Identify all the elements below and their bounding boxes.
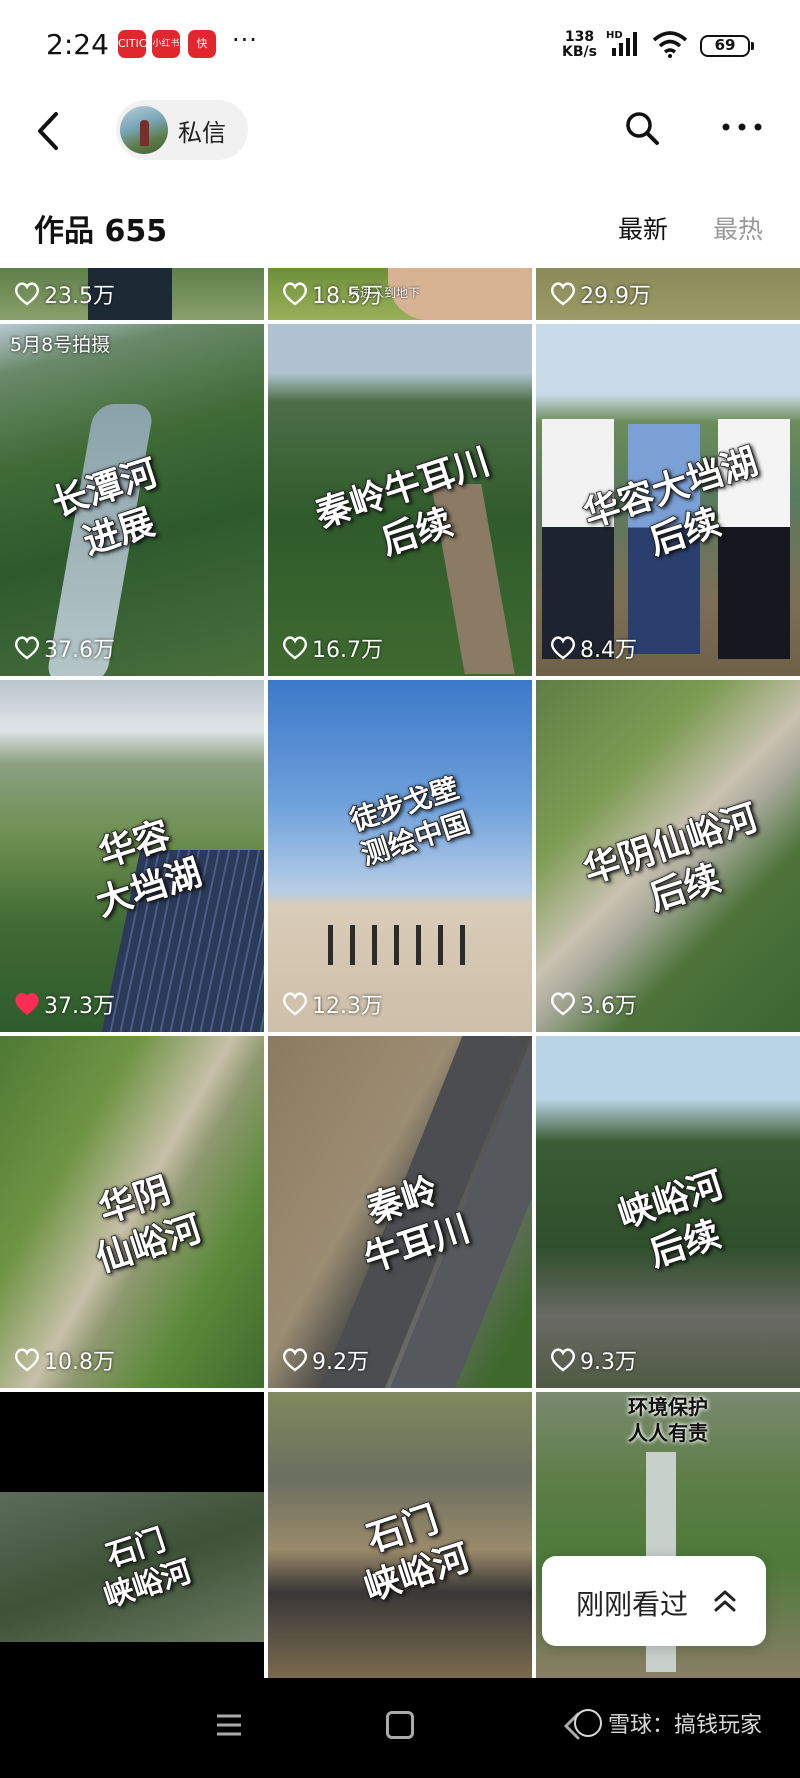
- video-thumbnail[interactable]: 秦岭 牛耳川 9.2万: [268, 1036, 532, 1388]
- heart-icon: [550, 1348, 576, 1372]
- tab-latest[interactable]: 最新: [618, 210, 668, 246]
- wifi-icon: [652, 31, 688, 58]
- citic-app-icon: CITIC: [118, 30, 147, 58]
- heart-icon: [14, 1348, 40, 1372]
- net-speed-unit: KB/s: [562, 44, 597, 60]
- like-count: 8.4万: [550, 632, 637, 664]
- status-bar: 2:24 CITIC 小红书 快 ··· 138 KB/s HD 69: [0, 0, 800, 95]
- recent-apps-icon[interactable]: [214, 1710, 244, 1740]
- recently-viewed-button[interactable]: 刚刚看过: [542, 1556, 766, 1646]
- recently-viewed-label: 刚刚看过: [576, 1588, 689, 1621]
- video-thumbnail[interactable]: 华容 大垱湖 37.3万: [0, 680, 264, 1032]
- system-nav-bar: 雪球：搞钱玩家: [0, 1678, 800, 1778]
- private-message-label: 私信: [178, 119, 226, 147]
- heart-icon: [282, 992, 308, 1016]
- video-title: 华阴仙峪河 后续: [578, 796, 763, 919]
- heart-icon: [550, 282, 576, 306]
- video-title: 徒步戈壁 测绘中国: [345, 770, 474, 872]
- video-thumbnail[interactable]: 峡峪河 后续 9.3万: [536, 1036, 800, 1388]
- heart-icon: [14, 282, 40, 306]
- video-thumbnail[interactable]: 华阴仙峪河 后续 3.6万: [536, 680, 800, 1032]
- back-arrow-icon[interactable]: [34, 106, 64, 156]
- watermark: 雪球：搞钱玩家: [574, 1707, 762, 1739]
- signal-icon: [612, 32, 637, 56]
- status-time: 2:24: [46, 28, 109, 61]
- private-message-button[interactable]: 私信: [116, 100, 248, 160]
- heart-icon: [282, 636, 308, 660]
- video-thumbnail[interactable]: 23.5万: [0, 268, 264, 320]
- video-thumbnail[interactable]: 秦岭牛耳川 后续 16.7万: [268, 324, 532, 676]
- video-thumbnail[interactable]: 徒步戈壁 测绘中国 12.3万: [268, 680, 532, 1032]
- like-count: 29.9万: [550, 278, 651, 310]
- like-count: 23.5万: [14, 278, 115, 310]
- video-thumbnail[interactable]: 石门 峡峪河: [0, 1392, 264, 1678]
- like-count: 9.2万: [282, 1344, 369, 1376]
- network-speed: 138 KB/s: [562, 30, 597, 60]
- more-notifications-icon: ···: [232, 26, 258, 54]
- video-title: 石门 峡峪河: [358, 1499, 475, 1611]
- battery-icon: 69: [700, 35, 754, 57]
- video-banner: 环境保护 人人有责: [628, 1395, 708, 1445]
- like-count: 16.7万: [282, 632, 383, 664]
- double-chevron-up-icon: [714, 1590, 736, 1612]
- video-grid: 23.5万 坑进入到地下 18.5万 29.9万 5月8号拍摄 长潭河 进展 3…: [0, 268, 800, 1678]
- home-icon[interactable]: [386, 1711, 414, 1739]
- kuai-app-icon: 快: [188, 30, 216, 58]
- video-thumbnail[interactable]: 29.9万: [536, 268, 800, 320]
- like-count: 12.3万: [282, 988, 383, 1020]
- avatar: [120, 106, 168, 154]
- heart-filled-icon: [15, 992, 39, 1015]
- video-thumbnail[interactable]: 5月8号拍摄 长潭河 进展 37.6万: [0, 324, 264, 676]
- xueqiu-logo-icon: [574, 1709, 602, 1737]
- heart-icon: [550, 636, 576, 660]
- xiaohongshu-app-icon: 小红书: [152, 30, 180, 58]
- video-thumbnail[interactable]: 石门 峡峪河: [268, 1392, 532, 1678]
- video-tag: 5月8号拍摄: [10, 334, 111, 356]
- heart-icon: [282, 282, 308, 306]
- video-title: 峡峪河 后续: [612, 1164, 729, 1276]
- like-count: 9.3万: [550, 1344, 637, 1376]
- heart-icon: [282, 1348, 308, 1372]
- like-count: 37.6万: [14, 632, 115, 664]
- like-count: 37.3万: [14, 988, 115, 1020]
- heart-icon: [550, 992, 576, 1016]
- video-thumbnail[interactable]: 华容大垱湖 后续 8.4万: [536, 324, 800, 676]
- video-thumbnail[interactable]: 华阴 仙峪河 10.8万: [0, 1036, 264, 1388]
- works-count: 作品 655: [34, 214, 168, 249]
- like-count: 3.6万: [550, 988, 637, 1020]
- net-speed-value: 138: [564, 29, 595, 45]
- more-options-icon[interactable]: [718, 112, 766, 142]
- tab-hottest[interactable]: 最热: [713, 210, 763, 246]
- video-title: 华阴 仙峪河: [90, 1169, 207, 1281]
- like-count: 10.8万: [14, 1344, 115, 1376]
- search-icon[interactable]: [624, 110, 660, 146]
- video-thumbnail[interactable]: 坑进入到地下 18.5万: [268, 268, 532, 320]
- like-count: 18.5万: [282, 278, 383, 310]
- heart-icon: [14, 636, 40, 660]
